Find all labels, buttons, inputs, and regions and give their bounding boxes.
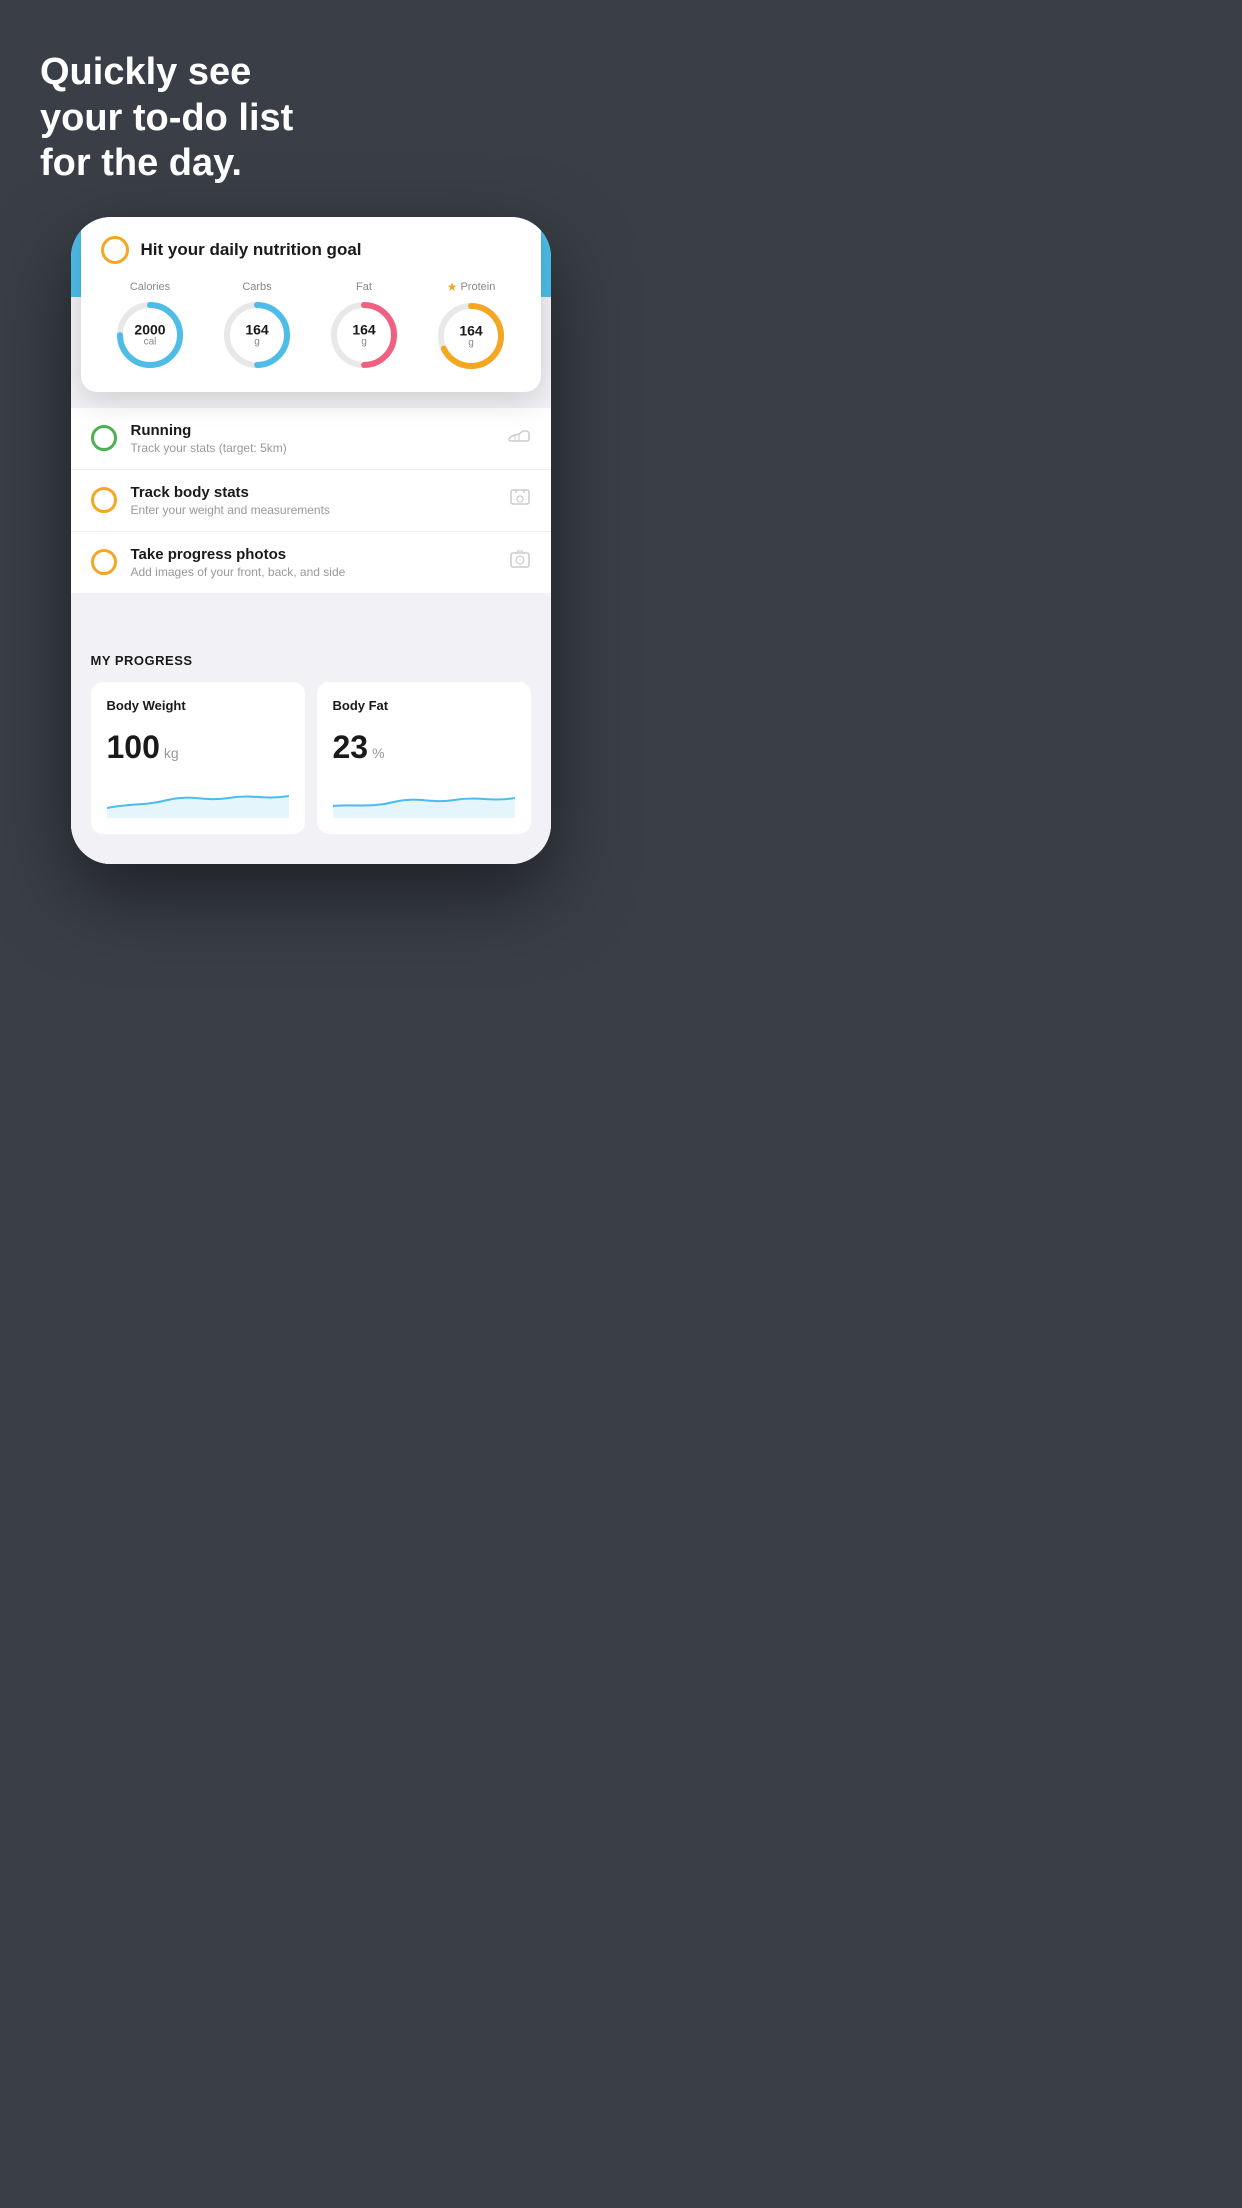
carbs-ring: 164 g bbox=[221, 299, 293, 371]
carbs-value: 164 bbox=[245, 322, 268, 336]
body-weight-value: 100 bbox=[107, 729, 160, 766]
carbs-label: Carbs bbox=[242, 281, 271, 293]
nutrition-card-header: Hit your daily nutrition goal bbox=[101, 236, 521, 264]
calories-label: Calories bbox=[130, 281, 170, 293]
todo-running[interactable]: Running Track your stats (target: 5km) bbox=[71, 408, 551, 470]
fat-item: Fat 164 g bbox=[315, 281, 414, 371]
photo-icon bbox=[509, 548, 531, 576]
todo-progress-photos[interactable]: Take progress photos Add images of your … bbox=[71, 532, 551, 593]
body-weight-card-title: Body Weight bbox=[107, 698, 289, 713]
carbs-item: Carbs 164 g bbox=[208, 281, 307, 371]
body-stats-desc: Enter your weight and measurements bbox=[131, 503, 495, 517]
body-fat-value-row: 23 % bbox=[333, 729, 515, 766]
todo-track-body-stats[interactable]: Track body stats Enter your weight and m… bbox=[71, 470, 551, 532]
phone-body: THINGS TO DO TODAY Hit your daily nutrit… bbox=[71, 297, 551, 864]
protein-value: 164 bbox=[459, 323, 482, 337]
body-weight-card[interactable]: Body Weight 100 kg bbox=[91, 682, 305, 834]
phone-frame: 9:41 bbox=[71, 217, 551, 864]
protein-label: ★ Protein bbox=[447, 280, 496, 294]
hero-section: Quickly see your to-do list for the day. bbox=[0, 0, 621, 217]
phone-screen: 9:41 bbox=[71, 217, 551, 864]
nutrition-card-title: Hit your daily nutrition goal bbox=[141, 240, 362, 260]
fat-ring: 164 g bbox=[328, 299, 400, 371]
running-checkbox[interactable] bbox=[91, 425, 117, 451]
body-fat-chart bbox=[333, 778, 515, 818]
calories-item: Calories 2000 cal bbox=[101, 281, 200, 371]
hero-title: Quickly see your to-do list for the day. bbox=[40, 50, 581, 187]
body-weight-chart bbox=[107, 778, 289, 818]
progress-grid: Body Weight 100 kg bbox=[91, 682, 531, 834]
fat-value: 164 bbox=[352, 322, 375, 336]
nutrition-checkbox[interactable] bbox=[101, 236, 129, 264]
photos-desc: Add images of your front, back, and side bbox=[131, 565, 495, 579]
photos-text: Take progress photos Add images of your … bbox=[131, 546, 495, 579]
protein-unit: g bbox=[459, 337, 482, 348]
fat-unit: g bbox=[352, 336, 375, 347]
photos-name: Take progress photos bbox=[131, 546, 495, 563]
running-name: Running bbox=[131, 422, 493, 439]
running-desc: Track your stats (target: 5km) bbox=[131, 441, 493, 455]
body-fat-unit: % bbox=[372, 745, 384, 761]
running-text: Running Track your stats (target: 5km) bbox=[131, 422, 493, 455]
nutrition-card: Hit your daily nutrition goal Calories bbox=[81, 217, 541, 392]
photos-checkbox[interactable] bbox=[91, 549, 117, 575]
body-stats-checkbox[interactable] bbox=[91, 487, 117, 513]
protein-ring: 164 g bbox=[435, 300, 507, 372]
fat-label: Fat bbox=[356, 281, 372, 293]
calories-unit: cal bbox=[134, 336, 165, 347]
calories-ring: 2000 cal bbox=[114, 299, 186, 371]
body-stats-text: Track body stats Enter your weight and m… bbox=[131, 484, 495, 517]
body-fat-card-title: Body Fat bbox=[333, 698, 515, 713]
body-fat-card[interactable]: Body Fat 23 % bbox=[317, 682, 531, 834]
spacer bbox=[71, 593, 551, 633]
nutrition-grid: Calories 2000 cal bbox=[101, 280, 521, 372]
body-fat-value: 23 bbox=[333, 729, 369, 766]
body-weight-unit: kg bbox=[164, 745, 179, 761]
body-weight-value-row: 100 kg bbox=[107, 729, 289, 766]
todo-list: Running Track your stats (target: 5km) bbox=[71, 408, 551, 593]
star-icon: ★ bbox=[447, 280, 458, 294]
progress-section: MY PROGRESS Body Weight 100 kg bbox=[71, 633, 551, 834]
protein-item: ★ Protein 164 g bbox=[422, 280, 521, 372]
calories-value: 2000 bbox=[134, 322, 165, 336]
progress-title: MY PROGRESS bbox=[91, 653, 531, 668]
shoe-icon bbox=[507, 426, 531, 450]
carbs-unit: g bbox=[245, 336, 268, 347]
bottom-padding bbox=[71, 834, 551, 864]
body-stats-name: Track body stats bbox=[131, 484, 495, 501]
scale-icon bbox=[509, 486, 531, 514]
